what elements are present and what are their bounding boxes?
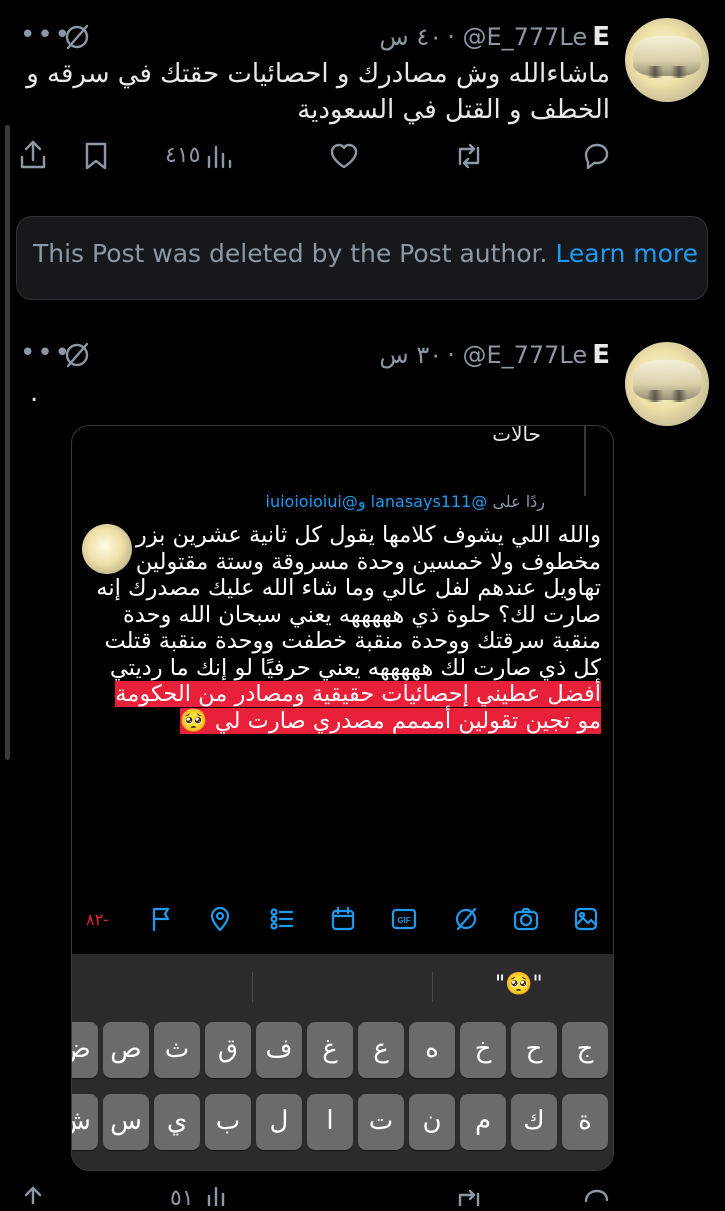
embedded-screenshot: حالات ردًا على @lanasays111 و@iuioioioiu… [71,425,614,1171]
key[interactable]: ي [154,1094,200,1150]
user-handle[interactable]: @E_777Le [462,341,587,369]
key[interactable]: ج [562,1022,608,1078]
share-icon[interactable] [17,1184,49,1208]
reply-icon[interactable] [580,1186,612,1210]
quoted-fragment: حالات [492,425,541,446]
key[interactable]: ع [358,1022,404,1078]
post-header: ٣٠ س · @E_777Le E [379,340,610,370]
keyboard: "🥺" ج ح خ ه ع غ ف ق ث ص ض ة ك م ن ت ا ل … [72,954,613,1170]
deleted-post-notice: This Post was deleted by the Post author… [16,216,708,300]
views-count: ٤١٥ [165,143,201,168]
user-name[interactable]: E [592,22,610,52]
key[interactable]: ث [154,1022,200,1078]
key[interactable]: خ [460,1022,506,1078]
key[interactable]: ب [205,1094,251,1150]
gif-icon[interactable]: GIF [390,905,418,937]
like-icon[interactable] [328,140,360,176]
key[interactable]: م [460,1094,506,1150]
key[interactable]: غ [307,1022,353,1078]
post-header: ٤٠ س · @E_777Le E [379,22,610,52]
image-icon[interactable] [572,905,600,937]
share-icon[interactable] [17,138,49,176]
views-count: ٥١ [170,1186,194,1211]
key[interactable]: س [103,1094,149,1150]
key[interactable]: ت [358,1094,404,1150]
key[interactable]: ن [409,1094,455,1150]
reply-icon[interactable] [580,140,612,176]
composer-text-highlighted: أفضل عطيني إحصائيات حقيقية ومصادر من الح… [115,681,601,734]
key[interactable]: ه [409,1022,455,1078]
key[interactable]: ض [72,1022,98,1078]
bookmark-icon[interactable] [82,140,110,176]
scrollbar[interactable] [5,125,10,760]
more-icon[interactable]: ••• [20,20,72,50]
key[interactable]: ف [256,1022,302,1078]
composer-text[interactable]: والله اللي يشوف كلامها يقول كل ثانية عشر… [86,522,601,734]
retweet-icon[interactable] [452,140,486,176]
list-icon[interactable] [268,905,296,937]
more-icon[interactable]: ••• [20,338,72,368]
post-text: ماشاءالله وش مصادرك و احصائيات حقتك في س… [26,59,610,125]
reply-users[interactable]: @lanasays111 و@iuioioioiui [266,492,488,511]
post-time: ٣٠ س [379,341,443,369]
composer-text-plain: والله اللي يشوف كلامها يقول كل ثانية عشر… [96,522,601,681]
post-text: . [30,378,39,408]
retweet-icon[interactable] [452,1186,486,1210]
avatar[interactable] [625,18,709,102]
key[interactable]: ص [103,1022,149,1078]
user-handle[interactable]: @E_777Le [462,23,587,51]
suggestion[interactable]: "🥺" [495,972,543,997]
key[interactable]: ة [562,1094,608,1150]
post-time: ٤٠ س [379,23,443,51]
views-icon[interactable] [205,1186,235,1210]
char-count: ٨٢- [86,910,109,929]
svg-text:GIF: GIF [397,916,410,925]
key[interactable]: ك [511,1094,557,1150]
reply-prefix: ردًا على [492,492,545,511]
views-icon[interactable] [205,140,235,176]
key[interactable]: ح [511,1022,557,1078]
key[interactable]: ش [72,1094,98,1150]
deleted-message: This Post was deleted by the Post author… [33,239,548,268]
key[interactable]: ق [205,1022,251,1078]
camera-icon[interactable] [512,905,540,937]
avatar[interactable] [625,342,709,426]
grok-icon[interactable] [452,905,480,937]
flag-icon[interactable] [148,905,176,937]
schedule-icon[interactable] [329,905,357,937]
user-name[interactable]: E [592,340,610,370]
reply-context: ردًا على @lanasays111 و@iuioioioiui [266,492,545,511]
location-icon[interactable] [206,905,234,937]
learn-more-link[interactable]: Learn more [555,239,698,268]
key[interactable]: ا [307,1094,353,1150]
key[interactable]: ل [256,1094,302,1150]
